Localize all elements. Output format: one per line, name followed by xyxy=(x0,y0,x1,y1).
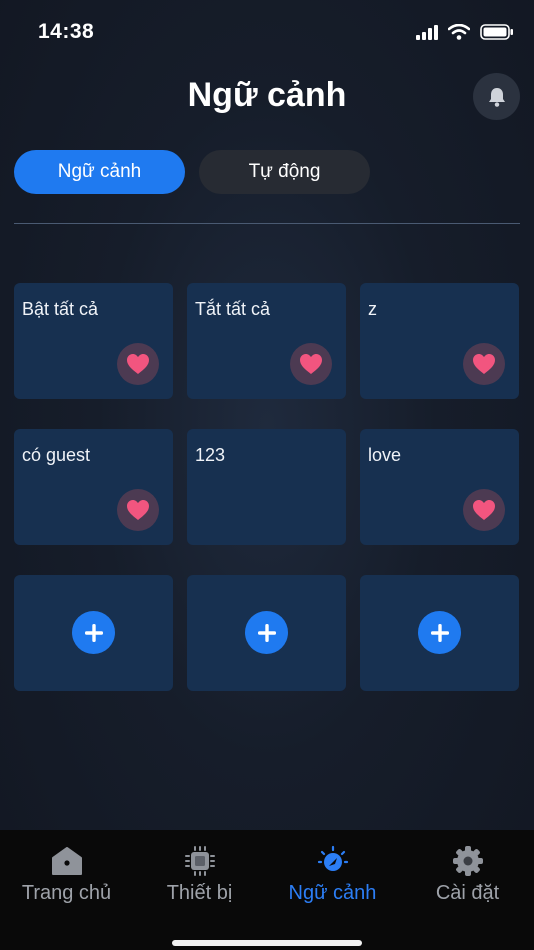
heart-icon xyxy=(127,500,149,520)
scene-label: z xyxy=(368,299,377,319)
chip-icon xyxy=(184,846,215,876)
nav-label: Ngữ cảnh xyxy=(288,882,377,904)
home-icon xyxy=(51,847,82,875)
add-scene-button[interactable] xyxy=(418,611,461,654)
scene-label: Tắt tất cả xyxy=(195,299,271,319)
add-scene-button[interactable] xyxy=(72,611,115,654)
home-indicator[interactable] xyxy=(172,940,362,946)
plus-icon xyxy=(84,623,103,642)
bottom-nav: Trang chủ Thiết bị Ngữ cảnh Cài đặt xyxy=(0,830,534,950)
notification-button[interactable] xyxy=(473,73,520,120)
scene-tabs: Ngữ cảnh Tự động xyxy=(14,150,370,194)
scene-grid: Bật tất cả Tắt tất cả z có guest 123 lov… xyxy=(14,283,520,691)
nav-item-ngu-canh[interactable]: Ngữ cảnh xyxy=(266,842,399,905)
scene-card[interactable]: có guest xyxy=(14,429,173,545)
scene-label: love xyxy=(368,445,402,465)
favorite-button[interactable] xyxy=(117,343,159,385)
bell-icon xyxy=(488,87,505,107)
battery-icon xyxy=(480,24,513,40)
nav-item-cai-dat[interactable]: Cài đặt xyxy=(401,842,534,905)
favorite-button[interactable] xyxy=(463,489,505,531)
favorite-button[interactable] xyxy=(463,343,505,385)
tab-ngu-canh[interactable]: Ngữ cảnh xyxy=(14,150,185,194)
status-icons xyxy=(416,24,514,40)
signal-icon xyxy=(416,24,438,40)
gear-icon xyxy=(452,846,483,876)
nav-label: Thiết bị xyxy=(166,882,233,904)
page-title: Ngữ cảnh xyxy=(187,76,347,114)
wifi-icon xyxy=(448,24,470,40)
favorite-button[interactable] xyxy=(117,489,159,531)
heart-icon xyxy=(127,354,149,374)
add-scene-card[interactable] xyxy=(187,575,346,691)
plus-icon xyxy=(257,623,276,642)
scene-card[interactable]: 123 xyxy=(187,429,346,545)
add-scene-card[interactable] xyxy=(360,575,519,691)
scene-label: 123 xyxy=(195,445,226,465)
scene-card[interactable]: love xyxy=(360,429,519,545)
status-time: 14:38 xyxy=(38,20,95,43)
scene-card[interactable]: z xyxy=(360,283,519,399)
add-scene-card[interactable] xyxy=(14,575,173,691)
scene-icon xyxy=(317,845,348,871)
add-scene-button[interactable] xyxy=(245,611,288,654)
nav-item-thiet-bi[interactable]: Thiết bị xyxy=(133,842,266,905)
status-bar: 14:38 xyxy=(0,0,534,66)
favorite-button[interactable] xyxy=(290,343,332,385)
scene-card[interactable]: Bật tất cả xyxy=(14,283,173,399)
nav-item-trang-chu[interactable]: Trang chủ xyxy=(0,842,133,905)
heart-icon xyxy=(473,354,495,374)
nav-label: Cài đặt xyxy=(435,882,500,904)
scene-label: có guest xyxy=(22,445,91,465)
scene-label: Bật tất cả xyxy=(22,299,99,319)
tab-tu-dong[interactable]: Tự động xyxy=(199,150,370,194)
heart-icon xyxy=(473,500,495,520)
heart-icon xyxy=(300,354,322,374)
plus-icon xyxy=(430,623,449,642)
nav-label: Trang chủ xyxy=(21,882,112,904)
scene-card[interactable]: Tắt tất cả xyxy=(187,283,346,399)
divider xyxy=(14,223,520,224)
